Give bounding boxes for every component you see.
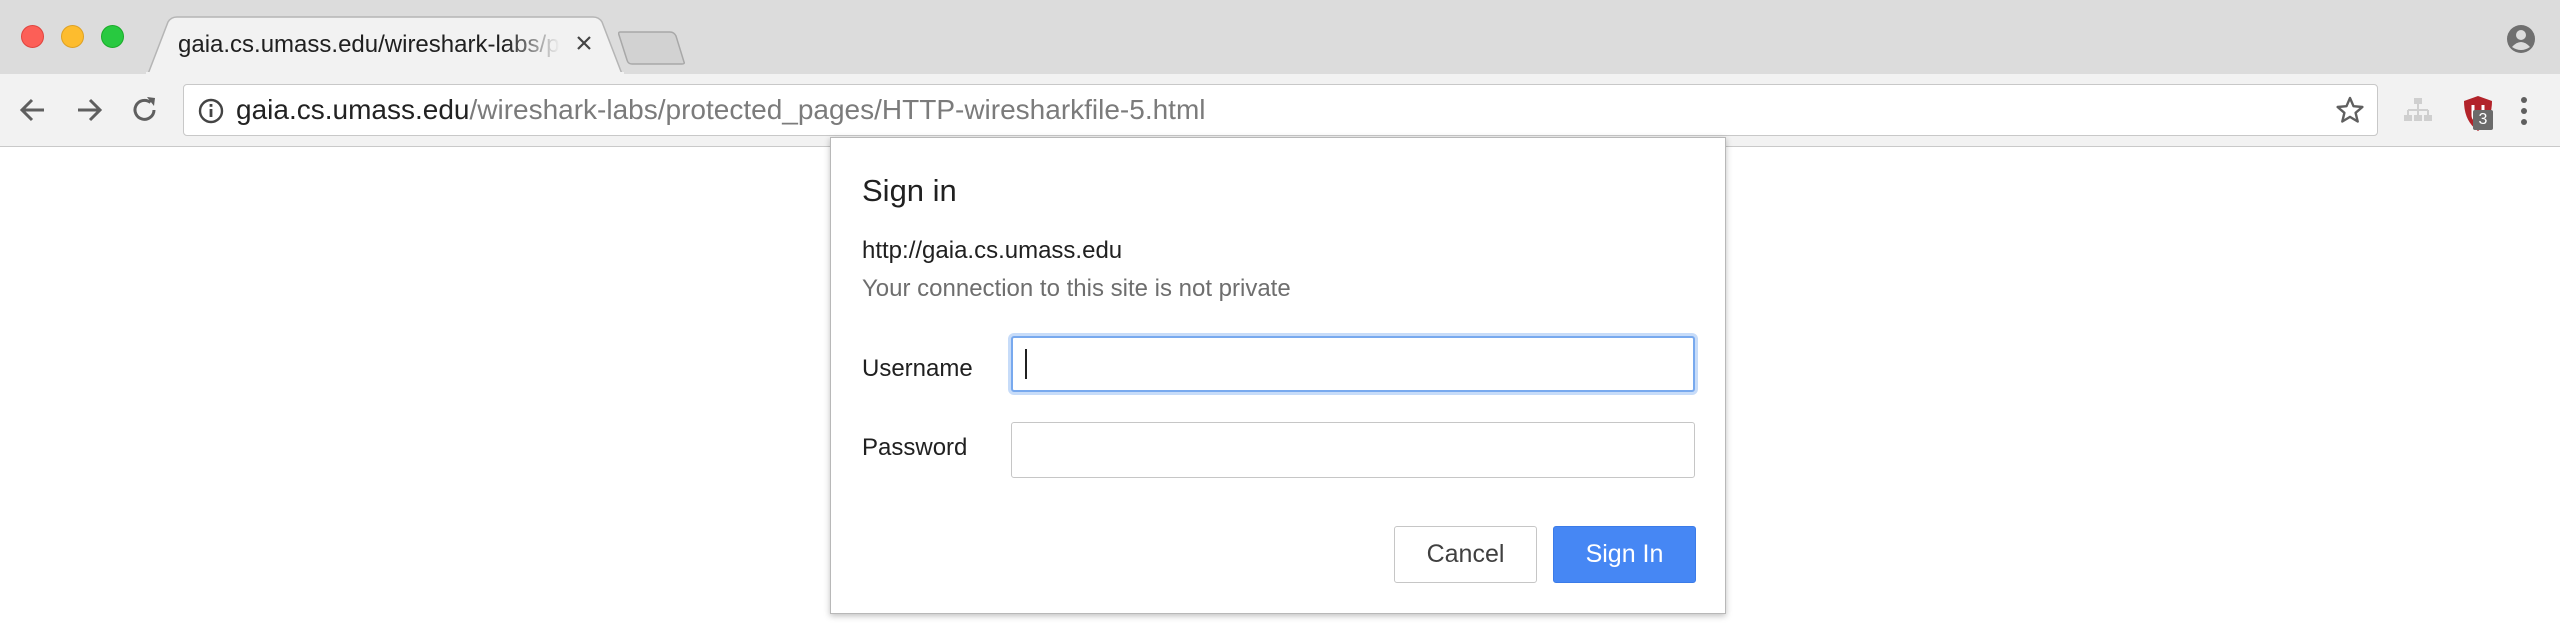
info-icon[interactable]	[198, 98, 224, 124]
back-arrow-icon[interactable]	[17, 94, 49, 126]
new-tab-button[interactable]	[618, 30, 690, 66]
text-caret	[1025, 349, 1027, 379]
forward-arrow-icon[interactable]	[73, 94, 105, 126]
address-bar[interactable]: gaia.cs.umass.edu/wireshark-labs/protect…	[183, 84, 2378, 136]
star-icon[interactable]	[2335, 95, 2365, 125]
tab-strip: gaia.cs.umass.edu/wireshark-labs/protect…	[0, 0, 2560, 74]
cancel-button[interactable]: Cancel	[1394, 526, 1537, 583]
connection-warning: Your connection to this site is not priv…	[862, 275, 1291, 302]
sign-in-dialog: Sign in http://gaia.cs.umass.edu Your co…	[830, 137, 1726, 614]
url-host: gaia.cs.umass.edu	[236, 94, 470, 125]
ublock-badge: 3	[2473, 110, 2493, 130]
profile-icon[interactable]	[2506, 24, 2536, 54]
tab-title: gaia.cs.umass.edu/wireshark-labs/protect…	[178, 31, 560, 58]
close-icon[interactable]	[573, 32, 595, 54]
url-text: gaia.cs.umass.edu/wireshark-labs/protect…	[236, 94, 1206, 126]
sign-in-button[interactable]: Sign In	[1553, 526, 1696, 583]
password-label: Password	[862, 434, 968, 461]
extension-icon[interactable]	[2402, 96, 2434, 126]
url-path: /wireshark-labs/protected_pages/HTTP-wir…	[469, 94, 1206, 125]
dialog-title: Sign in	[862, 173, 957, 208]
username-input[interactable]	[1011, 336, 1695, 392]
reload-icon[interactable]	[129, 94, 161, 126]
menu-dots-icon[interactable]	[2512, 94, 2536, 128]
username-label: Username	[862, 355, 973, 382]
dialog-origin: http://gaia.cs.umass.edu	[862, 237, 1123, 264]
password-input[interactable]	[1011, 422, 1695, 478]
